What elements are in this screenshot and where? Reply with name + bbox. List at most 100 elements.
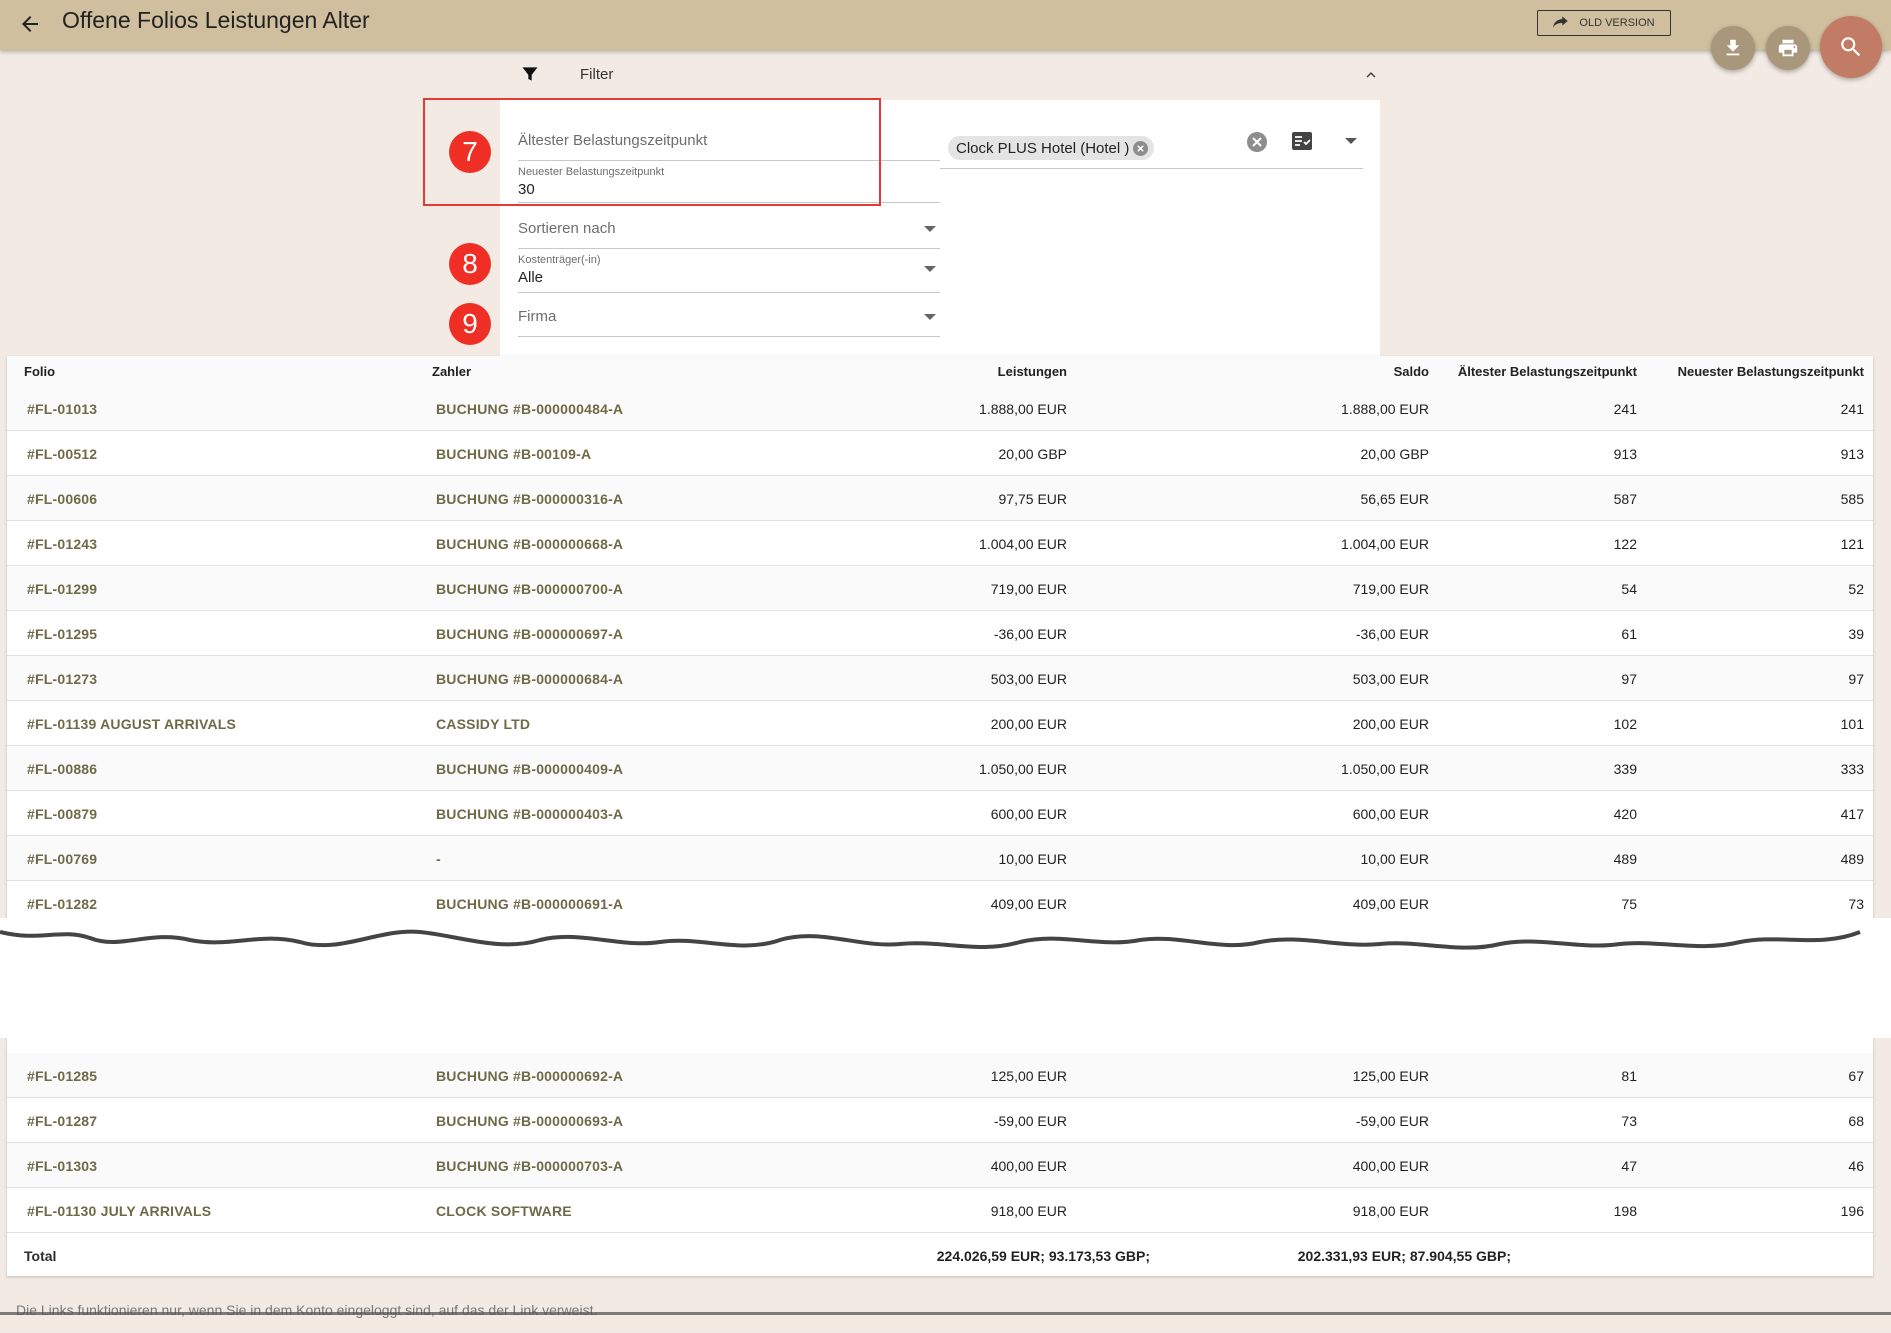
caret-down-icon[interactable] bbox=[1345, 138, 1357, 144]
cost-bearer-label: Kostenträger(-in) bbox=[518, 254, 601, 266]
old-version-button[interactable]: OLD VERSION bbox=[1537, 10, 1671, 36]
cost-bearer-select[interactable]: Kostenträger(-in) Alle bbox=[518, 252, 940, 293]
back-button[interactable] bbox=[12, 6, 48, 42]
hotel-select[interactable]: Clock PLUS Hotel (Hotel ) bbox=[940, 120, 1363, 169]
newest-charge-cell: 67 bbox=[1848, 1068, 1864, 1084]
payer-link[interactable]: BUCHUNG #B-00109-A bbox=[436, 446, 591, 462]
payer-link[interactable]: BUCHUNG #B-000000691-A bbox=[436, 896, 623, 912]
payer-link[interactable]: BUCHUNG #B-000000692-A bbox=[436, 1068, 623, 1084]
newest-charge-cell: 46 bbox=[1848, 1158, 1864, 1174]
table-row[interactable]: #FL-01130 JULY ARRIVALS CLOCK SOFTWARE 918… bbox=[7, 1188, 1873, 1233]
column-header-balance[interactable]: Saldo bbox=[1229, 364, 1429, 379]
search-button[interactable] bbox=[1820, 16, 1882, 78]
services-cell: 1.004,00 EUR bbox=[979, 536, 1067, 552]
newest-charge-cell: 196 bbox=[1840, 1203, 1864, 1219]
services-cell: 400,00 EUR bbox=[990, 1158, 1067, 1174]
payer-link[interactable]: BUCHUNG #B-000000697-A bbox=[436, 626, 623, 642]
step-badge-8: 8 bbox=[449, 243, 491, 285]
download-button[interactable] bbox=[1711, 26, 1755, 70]
table-row[interactable]: #FL-01273 BUCHUNG #B-000000684-A 503,00 EU… bbox=[7, 656, 1873, 701]
filter-header[interactable]: Filter bbox=[520, 62, 1380, 88]
table-row[interactable]: #FL-01299 BUCHUNG #B-000000700-A 719,00 EU… bbox=[7, 566, 1873, 611]
folio-link[interactable]: #FL-00879 bbox=[27, 806, 97, 822]
chip-remove-icon[interactable] bbox=[1133, 140, 1149, 156]
table-row[interactable]: #FL-01287 BUCHUNG #B-000000693-A -59,00 EU… bbox=[7, 1098, 1873, 1143]
hotel-chip[interactable]: Clock PLUS Hotel (Hotel ) bbox=[948, 136, 1155, 160]
clear-circle-icon[interactable] bbox=[1245, 130, 1269, 154]
balance-cell: -59,00 EUR bbox=[1355, 1113, 1429, 1129]
chevron-up-icon[interactable] bbox=[1362, 66, 1380, 84]
folio-link[interactable]: #FL-01287 bbox=[27, 1113, 97, 1129]
table-row[interactable]: #FL-00769-10,00 EUR 10,00 EUR 489 489 bbox=[7, 836, 1873, 881]
payer-link[interactable]: BUCHUNG #B-000000700-A bbox=[436, 581, 623, 597]
step-badge-7: 7 bbox=[449, 131, 491, 173]
payer-link[interactable]: CASSIDY LTD bbox=[436, 716, 530, 732]
company-select[interactable]: Firma bbox=[518, 300, 940, 337]
sort-by-select[interactable]: Sortieren nach bbox=[518, 212, 940, 249]
page-title: Offene Folios Leistungen Alter bbox=[62, 7, 370, 33]
balance-cell: 1.004,00 EUR bbox=[1341, 536, 1429, 552]
services-cell: 918,00 EUR bbox=[990, 1203, 1067, 1219]
folio-link[interactable]: #FL-01139 AUGUST ARRIVALS bbox=[27, 716, 236, 732]
folio-link[interactable]: #FL-01273 bbox=[27, 671, 97, 687]
folio-link[interactable]: #FL-01285 bbox=[27, 1068, 97, 1084]
folio-link[interactable]: #FL-00512 bbox=[27, 446, 97, 462]
table-row[interactable]: #FL-00512 BUCHUNG #B-00109-A 20,00 GBP 20,0… bbox=[7, 431, 1873, 476]
folio-link[interactable]: #FL-00769 bbox=[27, 851, 97, 867]
newest-charge-cell: 585 bbox=[1840, 491, 1864, 507]
column-header-newest[interactable]: Neuester Belastungszeitpunkt bbox=[1607, 364, 1864, 379]
newest-charge-cell: 489 bbox=[1840, 851, 1864, 867]
checklist-icon[interactable] bbox=[1290, 129, 1314, 153]
services-cell: 409,00 EUR bbox=[990, 896, 1067, 912]
column-header-payer[interactable]: Zahler bbox=[432, 364, 471, 379]
column-header-services[interactable]: Leistungen bbox=[867, 364, 1067, 379]
table-row[interactable]: #FL-01139 AUGUST ARRIVALS CASSIDY LTD 200,… bbox=[7, 701, 1873, 746]
total-balance: 202.331,93 EUR; 87.904,55 GBP; bbox=[1297, 1248, 1511, 1264]
app-header: Offene Folios Leistungen Alter OLD VERSI… bbox=[0, 0, 1891, 50]
balance-cell: 1.888,00 EUR bbox=[1341, 401, 1429, 417]
folio-link[interactable]: #FL-01282 bbox=[27, 896, 97, 912]
payer-link[interactable]: BUCHUNG #B-000000703-A bbox=[436, 1158, 623, 1174]
newest-charge-cell: 101 bbox=[1840, 716, 1864, 732]
services-cell: 600,00 EUR bbox=[990, 806, 1067, 822]
balance-cell: 10,00 EUR bbox=[1360, 851, 1429, 867]
payer-link[interactable]: BUCHUNG #B-000000409-A bbox=[436, 761, 623, 777]
folio-link[interactable]: #FL-00886 bbox=[27, 761, 97, 777]
table-row[interactable]: #FL-01013 BUCHUNG #B-000000484-A 1.888,00 … bbox=[7, 386, 1873, 431]
table-row[interactable]: #FL-00886 BUCHUNG #B-000000409-A 1.050,00 … bbox=[7, 746, 1873, 791]
folio-link[interactable]: #FL-01295 bbox=[27, 626, 97, 642]
balance-cell: -36,00 EUR bbox=[1355, 626, 1429, 642]
table-row[interactable]: #FL-00879 BUCHUNG #B-000000403-A 600,00 EU… bbox=[7, 791, 1873, 836]
filter-funnel-icon bbox=[522, 67, 538, 81]
folio-link[interactable]: #FL-01130 JULY ARRIVALS bbox=[27, 1203, 211, 1219]
step-badge-9: 9 bbox=[449, 303, 491, 345]
folio-link[interactable]: #FL-00606 bbox=[27, 491, 97, 507]
payer-link[interactable]: BUCHUNG #B-000000684-A bbox=[436, 671, 623, 687]
folio-link[interactable]: #FL-01243 bbox=[27, 536, 97, 552]
payer-link[interactable]: BUCHUNG #B-000000484-A bbox=[436, 401, 623, 417]
table-row[interactable]: #FL-01285 BUCHUNG #B-000000692-A 125,00 EU… bbox=[7, 1053, 1873, 1098]
print-button[interactable] bbox=[1766, 26, 1810, 70]
folio-link[interactable]: #FL-01299 bbox=[27, 581, 97, 597]
folio-table: Folio Zahler Leistungen Saldo Ältester B… bbox=[7, 356, 1873, 1276]
table-row[interactable]: #FL-01303 BUCHUNG #B-000000703-A 400,00 EU… bbox=[7, 1143, 1873, 1188]
balance-cell: 918,00 EUR bbox=[1352, 1203, 1429, 1219]
newest-charge-cell: 97 bbox=[1848, 671, 1864, 687]
torn-bottom-edge bbox=[0, 1312, 1891, 1315]
payer-link[interactable]: BUCHUNG #B-000000316-A bbox=[436, 491, 623, 507]
column-header-folio[interactable]: Folio bbox=[24, 364, 55, 379]
table-row[interactable]: #FL-01295 BUCHUNG #B-000000697-A -36,00 EU… bbox=[7, 611, 1873, 656]
newest-charge-cell: 121 bbox=[1840, 536, 1864, 552]
folio-link[interactable]: #FL-01303 bbox=[27, 1158, 97, 1174]
payer-link[interactable]: - bbox=[436, 851, 441, 867]
services-cell: 1.050,00 EUR bbox=[979, 761, 1067, 777]
table-row[interactable]: #FL-00606 BUCHUNG #B-000000316-A 97,75 EUR… bbox=[7, 476, 1873, 521]
payer-link[interactable]: BUCHUNG #B-000000403-A bbox=[436, 806, 623, 822]
payer-link[interactable]: BUCHUNG #B-000000693-A bbox=[436, 1113, 623, 1129]
payer-link[interactable]: BUCHUNG #B-000000668-A bbox=[436, 536, 623, 552]
torn-edge-break bbox=[0, 918, 1891, 1038]
table-row[interactable]: #FL-01243 BUCHUNG #B-000000668-A 1.004,00 … bbox=[7, 521, 1873, 566]
services-cell: 1.888,00 EUR bbox=[979, 401, 1067, 417]
folio-link[interactable]: #FL-01013 bbox=[27, 401, 97, 417]
payer-link[interactable]: CLOCK SOFTWARE bbox=[436, 1203, 572, 1219]
